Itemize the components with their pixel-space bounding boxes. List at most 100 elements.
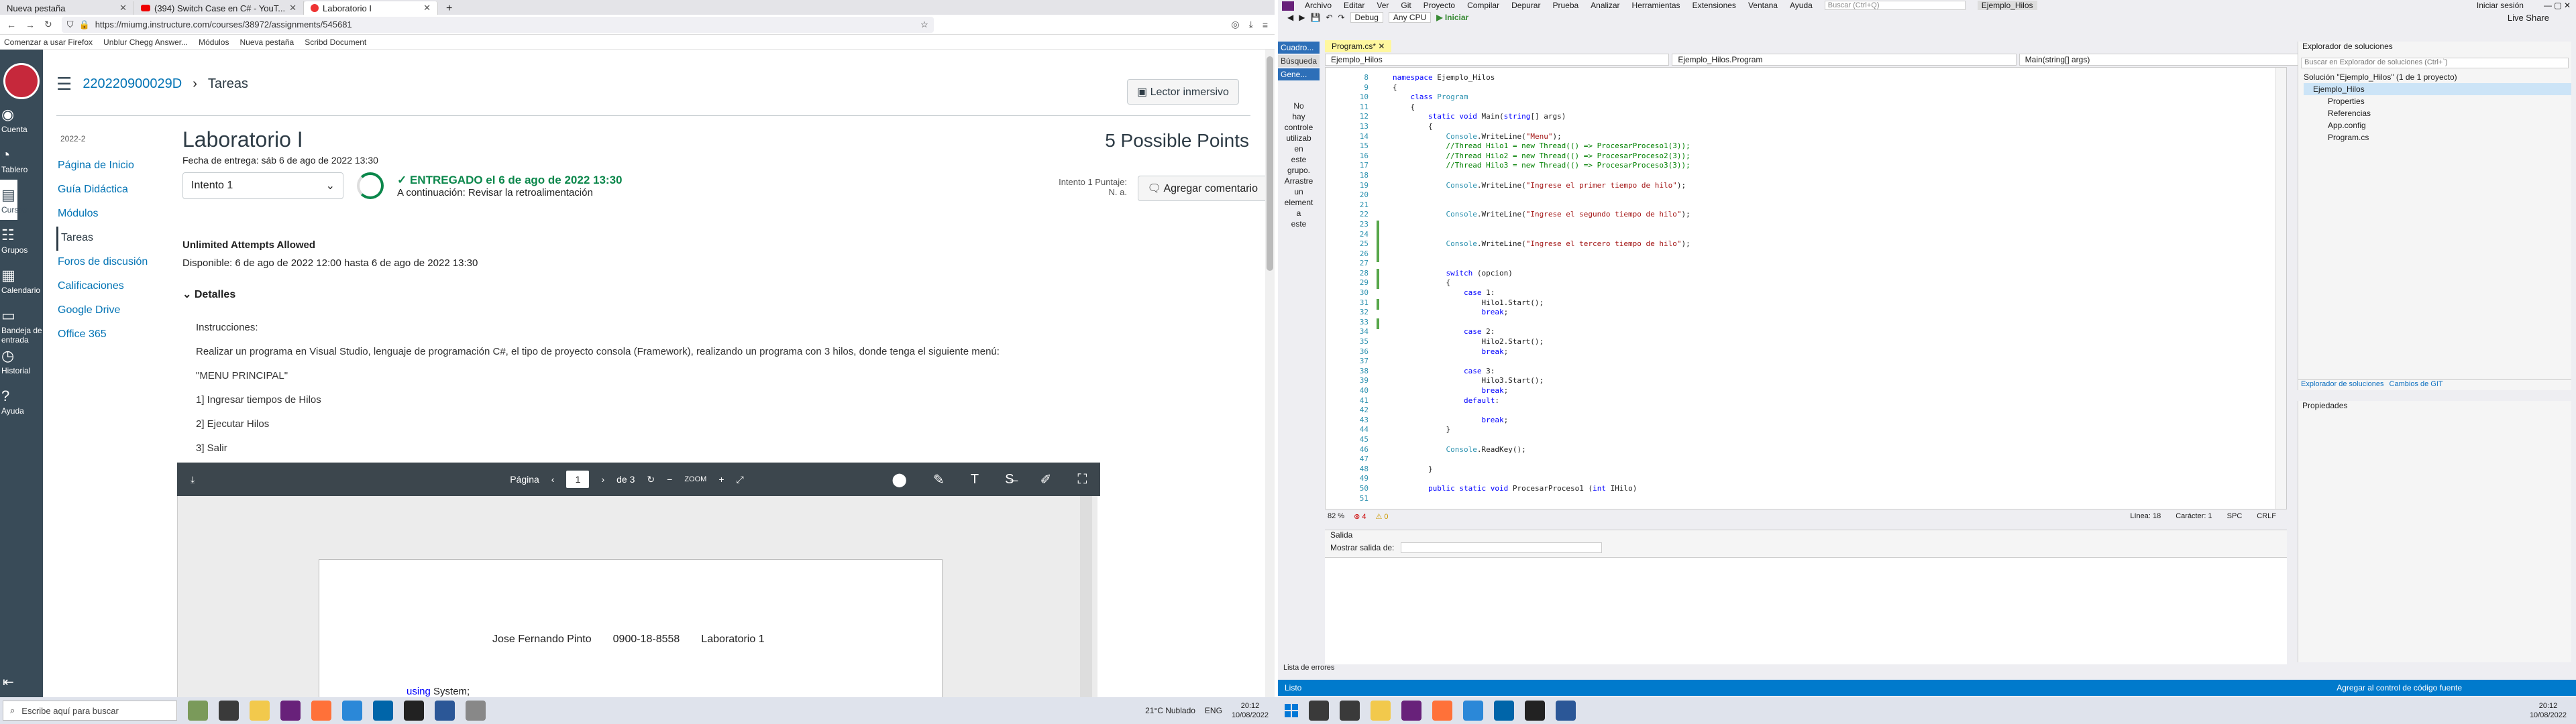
nav-courses[interactable]: ▤ Cursos xyxy=(0,180,27,220)
bookmark[interactable]: Módulos xyxy=(199,38,229,47)
menu-item[interactable]: Ayuda xyxy=(1790,1,1813,10)
bookmark[interactable]: Scribd Document xyxy=(305,38,366,47)
tab-solution-explorer[interactable]: Explorador de soluciones xyxy=(2301,380,2384,390)
rotate-icon[interactable]: ↻ xyxy=(647,474,655,485)
app-icon[interactable] xyxy=(1463,701,1483,721)
course-nav-grades[interactable]: Calificaciones xyxy=(56,275,164,299)
zoom-in-icon[interactable]: + xyxy=(718,474,724,485)
breadcrumb-course[interactable]: 220220900029D xyxy=(83,76,182,92)
nav-history[interactable]: ◷ Historial xyxy=(0,341,43,381)
close-icon[interactable]: ✕ xyxy=(423,3,431,13)
menu-icon[interactable]: ≡ xyxy=(1263,19,1268,30)
eol-indicator[interactable]: CRLF xyxy=(2257,512,2276,520)
tree-programcs[interactable]: Program.cs xyxy=(2304,131,2571,143)
editor-scrollbar[interactable] xyxy=(2275,68,2286,509)
powershell-icon[interactable] xyxy=(435,701,455,721)
powershell-icon[interactable] xyxy=(1556,701,1576,721)
tab-youtube[interactable]: (394) Switch Case en C# - YouT... ✕ xyxy=(134,1,305,15)
toolbox-general[interactable]: Gene... xyxy=(1278,68,1320,80)
doc-tab-program[interactable]: Program.cs* ✕ xyxy=(1325,40,1392,52)
menu-item[interactable]: Ver xyxy=(1377,1,1389,10)
tree-solution[interactable]: Solución "Ejemplo_Hilos" (1 de 1 proyect… xyxy=(2304,71,2571,83)
close-icon[interactable]: ✕ xyxy=(119,3,127,13)
page-scrollbar[interactable] xyxy=(1265,50,1275,697)
output-source-dropdown[interactable] xyxy=(1401,542,1603,553)
course-nav-modules[interactable]: Módulos xyxy=(56,202,164,227)
menu-item[interactable]: Ventana xyxy=(1748,1,1778,10)
taskview-icon[interactable] xyxy=(219,701,239,721)
course-nav-home[interactable]: Página de Inicio xyxy=(56,154,164,178)
strike-icon[interactable]: S̶ xyxy=(1005,472,1014,487)
toolbox-search[interactable]: Búsqueda xyxy=(1278,55,1320,67)
menu-item[interactable]: Prueba xyxy=(1552,1,1578,10)
terminal-icon[interactable] xyxy=(404,701,424,721)
text-icon[interactable]: T xyxy=(971,472,979,487)
nav-calendar[interactable]: ▦ Calendario xyxy=(0,260,43,300)
star-icon[interactable]: ☆ xyxy=(920,19,928,30)
pen-icon[interactable]: ✎ xyxy=(933,471,945,488)
pocket-icon[interactable]: ◎ xyxy=(1231,19,1239,30)
windows-start-icon[interactable] xyxy=(1285,704,1298,717)
app-icon[interactable] xyxy=(342,701,362,721)
taskview-icon[interactable] xyxy=(1340,701,1360,721)
course-nav-assignments[interactable]: Tareas xyxy=(56,227,164,251)
reload-icon[interactable]: ↻ xyxy=(44,19,52,30)
solution-search-input[interactable]: Buscar en Explorador de soluciones (Ctrl… xyxy=(2301,58,2569,68)
search-input[interactable]: Buscar (Ctrl+Q) xyxy=(1824,1,1966,10)
project-dropdown[interactable]: Ejemplo_Hilos xyxy=(1325,54,1670,66)
course-nav-office[interactable]: Office 365 xyxy=(56,323,164,347)
firefox-icon[interactable] xyxy=(311,701,331,721)
clock[interactable]: 20:12 10/08/2022 xyxy=(1232,701,1269,720)
draw-icon[interactable]: ✐ xyxy=(1040,471,1052,488)
toolbox-tab[interactable]: Cuadro... xyxy=(1278,42,1320,54)
back-icon[interactable]: ← xyxy=(7,19,16,30)
menu-item[interactable]: Editar xyxy=(1344,1,1364,10)
tree-appconfig[interactable]: App.config xyxy=(2304,119,2571,131)
redo-icon[interactable]: ↷ xyxy=(1338,13,1344,22)
hamburger-icon[interactable]: ☰ xyxy=(56,74,72,95)
spacing-indicator[interactable]: SPC xyxy=(2227,512,2243,520)
file-explorer-icon[interactable] xyxy=(1371,701,1391,721)
breadcrumb-page[interactable]: Tareas xyxy=(208,76,248,92)
live-share-button[interactable]: Live Share xyxy=(2508,13,2549,23)
config-dropdown[interactable]: Debug xyxy=(1350,12,1383,23)
platform-dropdown[interactable]: Any CPU xyxy=(1388,12,1432,23)
signin-link[interactable]: Iniciar sesión xyxy=(2477,1,2524,10)
bookmark[interactable]: Comenzar a usar Firefox xyxy=(4,38,93,47)
run-button[interactable]: ▶ Iniciar xyxy=(1436,13,1468,22)
tab-new[interactable]: Nueva pestaña ✕ xyxy=(0,1,134,15)
app-icon[interactable] xyxy=(466,701,486,721)
tab-git-changes[interactable]: Cambios de GIT xyxy=(2390,380,2443,390)
zoom-out-icon[interactable]: − xyxy=(667,474,672,485)
pdf-scrollbar[interactable] xyxy=(1080,496,1092,697)
course-nav-drive[interactable]: Google Drive xyxy=(56,299,164,323)
taskbar-search[interactable]: ⌕ Escribe aquí para buscar xyxy=(3,701,177,721)
university-logo[interactable] xyxy=(3,63,40,99)
terminal-icon[interactable] xyxy=(1525,701,1545,721)
downloads-icon[interactable]: ⤓ xyxy=(1249,19,1253,30)
close-icon[interactable]: ✕ xyxy=(1378,42,1385,51)
menu-item[interactable]: Archivo xyxy=(1305,1,1332,10)
nav-inbox[interactable]: ▭ Bandeja de entrada xyxy=(0,300,43,345)
output-text[interactable] xyxy=(1325,557,2287,664)
error-list-tab[interactable]: Lista de errores xyxy=(1278,664,2576,673)
menu-item[interactable]: Extensiones xyxy=(1693,1,1736,10)
nav-groups[interactable]: ☷ Grupos xyxy=(0,220,43,260)
course-nav-forums[interactable]: Foros de discusión xyxy=(56,251,164,275)
menu-item[interactable]: Git xyxy=(1401,1,1411,10)
tab-laboratorio[interactable]: Laboratorio I ✕ xyxy=(304,1,439,15)
download-icon[interactable]: ⤓ xyxy=(191,474,195,485)
visual-studio-icon[interactable] xyxy=(280,701,301,721)
class-dropdown[interactable]: Ejemplo_Hilos.Program xyxy=(1672,54,2017,66)
search-icon[interactable] xyxy=(1309,701,1329,721)
forward-icon[interactable]: ▶ xyxy=(1299,13,1305,22)
visual-studio-icon[interactable] xyxy=(1401,701,1421,721)
menu-item[interactable]: Depurar xyxy=(1511,1,1540,10)
menu-item[interactable]: Analizar xyxy=(1591,1,1619,10)
fullscreen-icon[interactable]: ⤢ xyxy=(737,474,744,485)
menu-item[interactable]: Compilar xyxy=(1467,1,1499,10)
new-tab-button[interactable]: + xyxy=(438,3,460,15)
tree-references[interactable]: Referencias xyxy=(2304,107,2571,119)
bookmark[interactable]: Unblur Chegg Answer... xyxy=(103,38,188,47)
prev-page-icon[interactable]: ‹ xyxy=(551,474,555,485)
